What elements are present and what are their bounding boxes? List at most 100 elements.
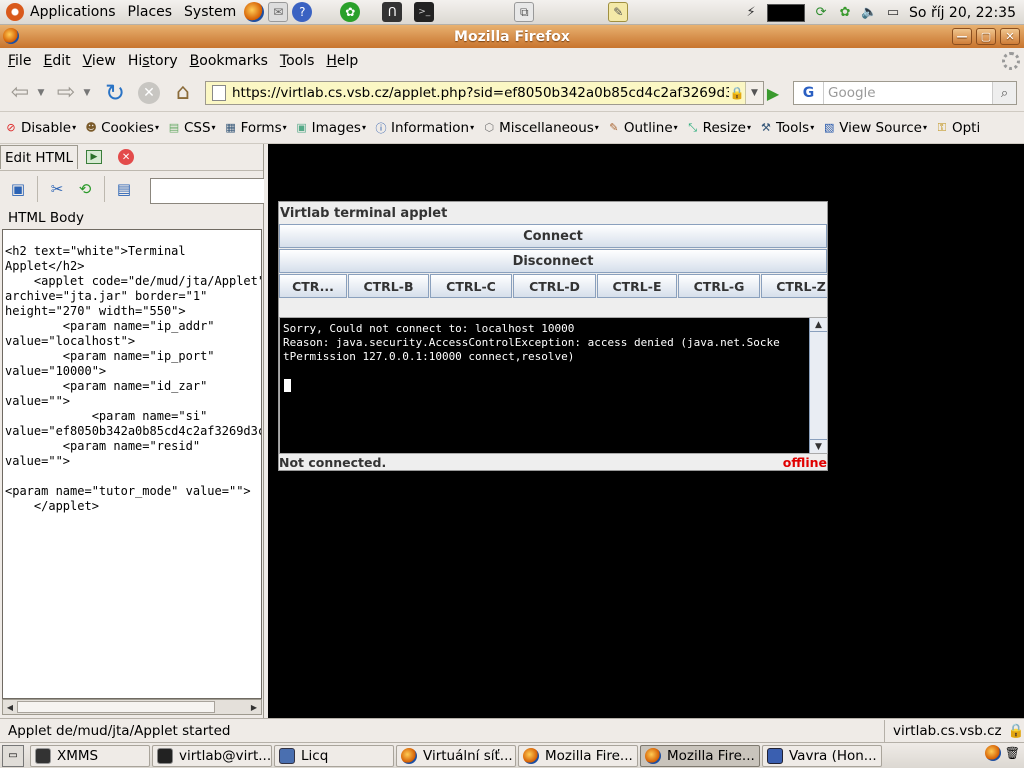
stop-button[interactable]: ✕: [134, 78, 164, 108]
search-bar[interactable]: G Google ⌕: [793, 81, 1017, 105]
menu-file[interactable]: File: [2, 53, 37, 69]
system-menu[interactable]: System: [178, 0, 242, 25]
display-icon[interactable]: ▭: [885, 5, 901, 21]
taskbar-button[interactable]: Licq: [274, 744, 394, 767]
ctrl-c-button[interactable]: CTRL-C: [430, 274, 512, 298]
places-menu[interactable]: Places: [122, 0, 179, 25]
html-editor-text[interactable]: <h2 text="white">Terminal Applet</h2> <a…: [3, 230, 261, 514]
firefox-launcher-icon[interactable]: [244, 2, 265, 22]
devbar-css-menu[interactable]: ▤ CSS ▾: [163, 120, 220, 136]
clear-icon[interactable]: ✂: [45, 177, 69, 201]
home-button[interactable]: ⌂: [168, 78, 198, 108]
go-button[interactable]: ▶: [762, 83, 784, 103]
save-icon[interactable]: ▣: [6, 177, 30, 201]
scroll-thumb[interactable]: [17, 701, 215, 713]
network-monitor[interactable]: [767, 3, 806, 22]
devbar-disable-menu[interactable]: ⊘ Disable ▾: [0, 120, 80, 136]
ctrl-b-button[interactable]: CTRL-B: [348, 274, 429, 298]
ctrl-e-button[interactable]: CTRL-E: [597, 274, 677, 298]
scroll-left-icon[interactable]: ◀: [4, 701, 16, 713]
search-engine-button[interactable]: G: [794, 82, 824, 104]
taskbar-button[interactable]: Virtuální síť...: [396, 744, 516, 767]
dropdown-arrow-icon: ▾: [810, 123, 815, 132]
url-bar[interactable]: https://virtlab.cs.vsb.cz/applet.php?sid…: [205, 81, 764, 105]
url-input[interactable]: https://virtlab.cs.vsb.cz/applet.php?sid…: [232, 85, 729, 101]
terminal-launcher-icon[interactable]: >_: [414, 2, 435, 22]
maximize-button[interactable]: ▢: [976, 28, 996, 45]
forward-history-dropdown[interactable]: ▼: [80, 78, 94, 108]
editor-horizontal-scrollbar[interactable]: ◀ ▶: [2, 699, 262, 715]
menu-bookmarks[interactable]: Bookmarks: [184, 53, 274, 69]
disconnect-button[interactable]: Disconnect: [279, 249, 827, 273]
ctrl-g-button[interactable]: CTRL-G: [678, 274, 760, 298]
ssl-status-lock-icon[interactable]: 🔒: [1008, 723, 1024, 739]
ctrl-z-button[interactable]: CTRL-Z: [761, 274, 827, 298]
html-editor[interactable]: <h2 text="white">Terminal Applet</h2> <a…: [2, 229, 262, 699]
firefox-window-icon[interactable]: [3, 28, 19, 44]
notes-launcher-icon[interactable]: ✎: [608, 2, 629, 22]
taskbar-button[interactable]: Mozilla Fire...: [640, 744, 760, 767]
devbar-tools-menu[interactable]: ⚒ Tools ▾: [755, 120, 818, 136]
scroll-down-icon[interactable]: ▼: [810, 439, 827, 453]
search-magnifier-icon[interactable]: ⌕: [992, 82, 1016, 104]
apply-html-icon[interactable]: ▶: [86, 150, 103, 164]
find-icon[interactable]: ▤: [112, 177, 136, 201]
scroll-right-icon[interactable]: ▶: [248, 701, 260, 713]
taskbar-button[interactable]: virtlab@virt...: [152, 744, 272, 767]
menu-view[interactable]: View: [77, 53, 122, 69]
site-identity-icon[interactable]: [212, 85, 226, 101]
status-host[interactable]: virtlab.cs.vsb.cz 🔒: [884, 719, 1024, 742]
ssl-lock-icon[interactable]: 🔒: [729, 86, 745, 100]
refresh-icon[interactable]: ⟲: [73, 177, 97, 201]
scroll-up-icon[interactable]: ▲: [810, 318, 827, 332]
ctrl-a-button[interactable]: CTR...: [279, 274, 347, 298]
terminal-scrollbar[interactable]: ▲ ▼: [809, 318, 827, 453]
mail-launcher-icon[interactable]: ✉: [268, 2, 289, 22]
devbar-information-menu[interactable]: ⓘ Information ▾: [370, 120, 478, 136]
back-history-dropdown[interactable]: ▼: [34, 78, 48, 108]
devbar-images-menu[interactable]: ▣ Images ▾: [291, 120, 370, 136]
devbar-item-label: Opti: [951, 119, 981, 136]
taskbar-button[interactable]: XMMS: [30, 744, 150, 767]
applications-menu[interactable]: Applications: [0, 0, 122, 25]
licq-tray-icon[interactable]: ✿: [837, 5, 853, 21]
devbar-opti-menu[interactable]: ⚿ Opti: [931, 120, 984, 136]
power-plug-icon[interactable]: ⚡: [743, 5, 759, 21]
menu-history[interactable]: History: [122, 53, 184, 69]
network-status-icon[interactable]: ⟳: [813, 5, 829, 21]
trash-icon[interactable]: 🗑: [1005, 746, 1020, 760]
window-titlebar[interactable]: Mozilla Firefox — ▢ ✕: [0, 25, 1024, 48]
url-history-dropdown[interactable]: ▼: [745, 82, 763, 104]
menu-tools[interactable]: Tools: [274, 53, 321, 69]
search-input[interactable]: Google: [824, 85, 992, 101]
connect-button[interactable]: Connect: [279, 224, 827, 248]
show-desktop-button[interactable]: ▭: [2, 744, 24, 767]
volume-icon[interactable]: 🔈: [861, 5, 877, 21]
devbar-cookies-menu[interactable]: ☻ Cookies ▾: [80, 120, 163, 136]
close-window-button[interactable]: ✕: [1000, 28, 1020, 45]
minimize-button[interactable]: —: [952, 28, 972, 45]
clock[interactable]: So říj 20, 22:35: [909, 5, 1016, 21]
back-button[interactable]: ⇦: [6, 78, 34, 108]
firefox-tray-icon[interactable]: [984, 745, 1001, 761]
edit-html-tab[interactable]: Edit HTML: [0, 145, 79, 169]
app-launcher-icon[interactable]: Ո: [382, 2, 403, 22]
reload-button[interactable]: ↻: [100, 78, 130, 108]
devbar-view-source-menu[interactable]: ▧ View Source ▾: [818, 120, 931, 136]
forward-button[interactable]: ⇨: [52, 78, 80, 108]
find-input[interactable]: [150, 178, 264, 204]
menu-help[interactable]: Help: [320, 53, 364, 69]
ctrl-d-button[interactable]: CTRL-D: [513, 274, 596, 298]
devbar-outline-menu[interactable]: ✎ Outline ▾: [603, 120, 682, 136]
devbar-miscellaneous-menu[interactable]: ⬡ Miscellaneous ▾: [478, 120, 603, 136]
devbar-forms-menu[interactable]: ▦ Forms ▾: [220, 120, 291, 136]
terminal-screen[interactable]: Sorry, Could not connect to: localhost 1…: [279, 317, 828, 454]
close-panel-icon[interactable]: ✕: [118, 149, 135, 165]
help-launcher-icon[interactable]: ?: [292, 2, 313, 22]
screenshot-launcher-icon[interactable]: ⧉: [514, 2, 535, 22]
devbar-resize-menu[interactable]: ⤡ Resize ▾: [682, 120, 755, 136]
menu-edit[interactable]: Edit: [37, 53, 76, 69]
licq-launcher-icon[interactable]: ✿: [340, 2, 361, 22]
taskbar-button[interactable]: Vavra (Hon...: [762, 744, 882, 767]
taskbar-button[interactable]: Mozilla Fire...: [518, 744, 638, 767]
